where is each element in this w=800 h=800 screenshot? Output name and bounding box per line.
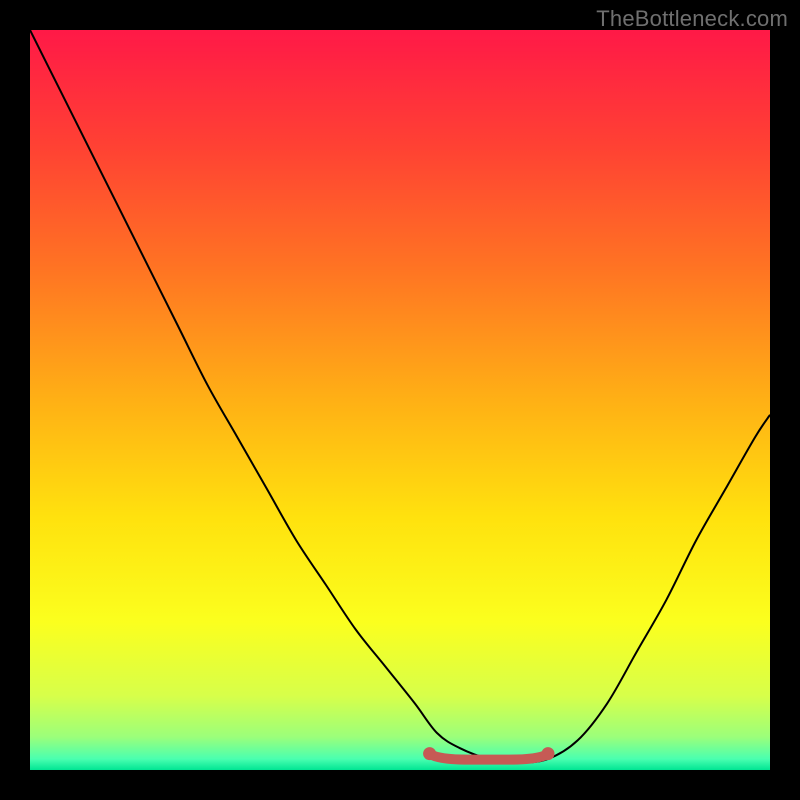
marker-endpoint [423, 747, 436, 760]
bottleneck-chart [30, 30, 770, 770]
plot-area [30, 30, 770, 770]
attribution-text: TheBottleneck.com [596, 6, 788, 32]
gradient-background [30, 30, 770, 770]
marker-endpoint [542, 747, 555, 760]
chart-frame: TheBottleneck.com [0, 0, 800, 800]
